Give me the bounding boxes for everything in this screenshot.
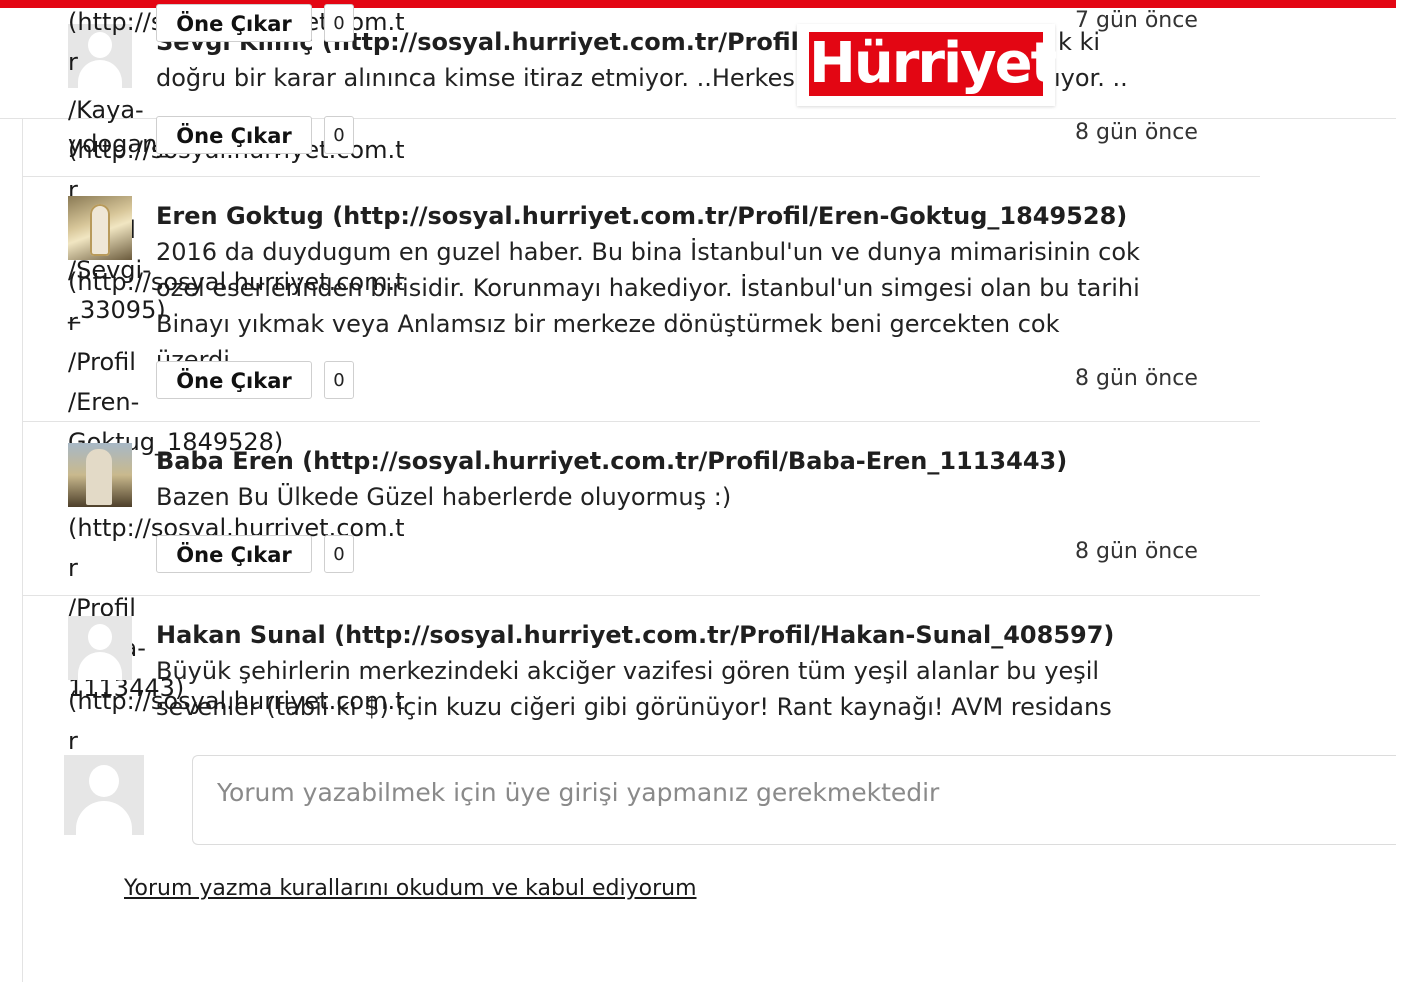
comment-time: 8 gün önce — [1075, 539, 1198, 564]
comment-text-fragment: ıyor. .. — [1054, 64, 1128, 92]
profile-link[interactable]: (http://sosyal.hurriyet.com.tr — [68, 681, 408, 761]
avatar-body-shape — [78, 652, 122, 680]
comment-author-link[interactable]: Eren Goktug (http://sosyal.hurriyet.com.… — [156, 202, 1127, 230]
current-user-avatar — [64, 755, 144, 835]
comment-input[interactable]: Yorum yazabilmek için üye girişi yapmanı… — [192, 755, 1396, 845]
avatar-body-shape — [76, 801, 132, 835]
thread-divider-vertical — [22, 118, 23, 982]
hurriyet-logo-text: Hürriyet — [809, 31, 1057, 96]
comment-text: Bazen Bu Ülkede Güzel haberlerde oluyorm… — [156, 483, 732, 511]
user-avatar[interactable] — [68, 616, 132, 680]
highlight-count: 0 — [324, 116, 354, 154]
highlight-button[interactable]: Öne Çıkar — [156, 361, 312, 399]
avatar-head-shape — [89, 765, 119, 797]
highlight-count: 0 — [324, 361, 354, 399]
avatar-figure — [86, 449, 112, 505]
eren-goktug-avatar[interactable] — [68, 196, 132, 260]
highlight-count: 0 — [324, 4, 354, 42]
comment-time: 7 gün önce — [1075, 8, 1198, 33]
hurriyet-logo[interactable]: Hürriyet — [797, 24, 1057, 106]
comment-rules-link[interactable]: Yorum yazma kurallarını okudum ve kabul … — [124, 876, 697, 901]
comment-body: Baba Eren (http://sosyal.hurriyet.com.tr… — [156, 443, 1116, 515]
highlight-count: 0 — [324, 535, 354, 573]
comment-author-link[interactable]: Hakan Sunal (http://sosyal.hurriyet.com.… — [156, 621, 1114, 649]
avatar-head-shape — [88, 624, 112, 650]
highlight-button[interactable]: Öne Çıkar — [156, 535, 312, 573]
comment-author-link[interactable]: Baba Eren (http://sosyal.hurriyet.com.tr… — [156, 447, 1067, 475]
comment-time: 8 gün önce — [1075, 366, 1198, 391]
baba-eren-avatar[interactable] — [68, 443, 132, 507]
avatar-figure — [90, 204, 110, 256]
comment-time: 8 gün önce — [1075, 120, 1198, 145]
highlight-button[interactable]: Öne Çıkar — [156, 4, 312, 42]
highlight-button[interactable]: Öne Çıkar — [156, 116, 312, 154]
